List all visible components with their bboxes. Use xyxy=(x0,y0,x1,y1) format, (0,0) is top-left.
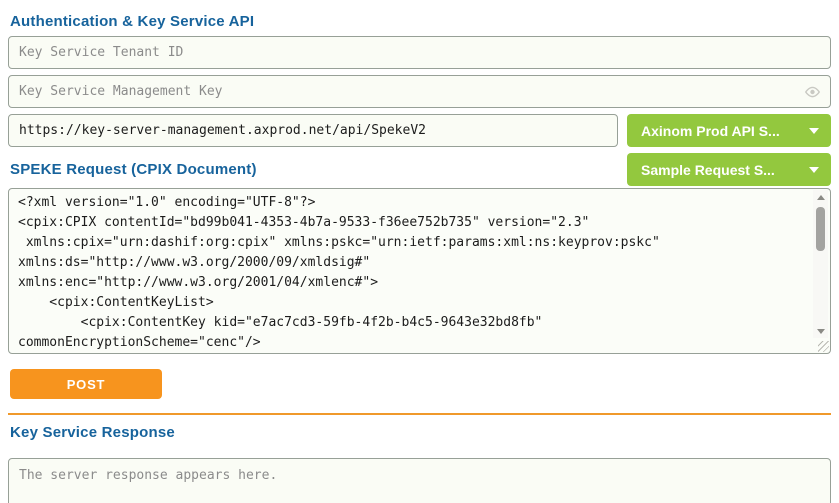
sample-request-label: Sample Request S... xyxy=(641,162,775,178)
speke-request-row: SPEKE Request (CPIX Document) Sample Req… xyxy=(8,153,831,186)
management-key-input[interactable] xyxy=(8,75,831,108)
tenant-id-input[interactable] xyxy=(8,36,831,69)
scrollbar-thumb[interactable] xyxy=(816,207,825,251)
section-divider xyxy=(8,413,831,415)
scrollbar[interactable] xyxy=(813,190,828,338)
speke-request-editor: <?xml version="1.0" encoding="UTF-8"?> <… xyxy=(8,188,831,354)
scroll-up-icon[interactable] xyxy=(813,190,828,204)
auth-key-service-panel: Authentication & Key Service API Axinom … xyxy=(0,14,839,503)
speke-request-label: SPEKE Request (CPIX Document) xyxy=(10,161,257,178)
response-section-title: Key Service Response xyxy=(10,425,831,441)
endpoint-url-input[interactable] xyxy=(8,114,618,147)
sample-request-dropdown[interactable]: Sample Request S... xyxy=(627,153,831,186)
post-button[interactable]: POST xyxy=(10,369,162,399)
endpoint-preset-dropdown[interactable]: Axinom Prod API S... xyxy=(627,114,831,147)
chevron-down-icon xyxy=(809,167,819,173)
endpoint-row: Axinom Prod API S... xyxy=(8,114,831,147)
eye-icon[interactable] xyxy=(804,83,821,100)
scroll-down-icon[interactable] xyxy=(813,324,828,338)
page-title: Authentication & Key Service API xyxy=(10,14,831,30)
chevron-down-icon xyxy=(809,128,819,134)
endpoint-preset-label: Axinom Prod API S... xyxy=(641,123,780,139)
resize-grip-icon[interactable] xyxy=(818,341,829,352)
speke-request-textarea[interactable]: <?xml version="1.0" encoding="UTF-8"?> <… xyxy=(8,188,831,354)
key-service-response-textarea[interactable] xyxy=(8,458,831,503)
